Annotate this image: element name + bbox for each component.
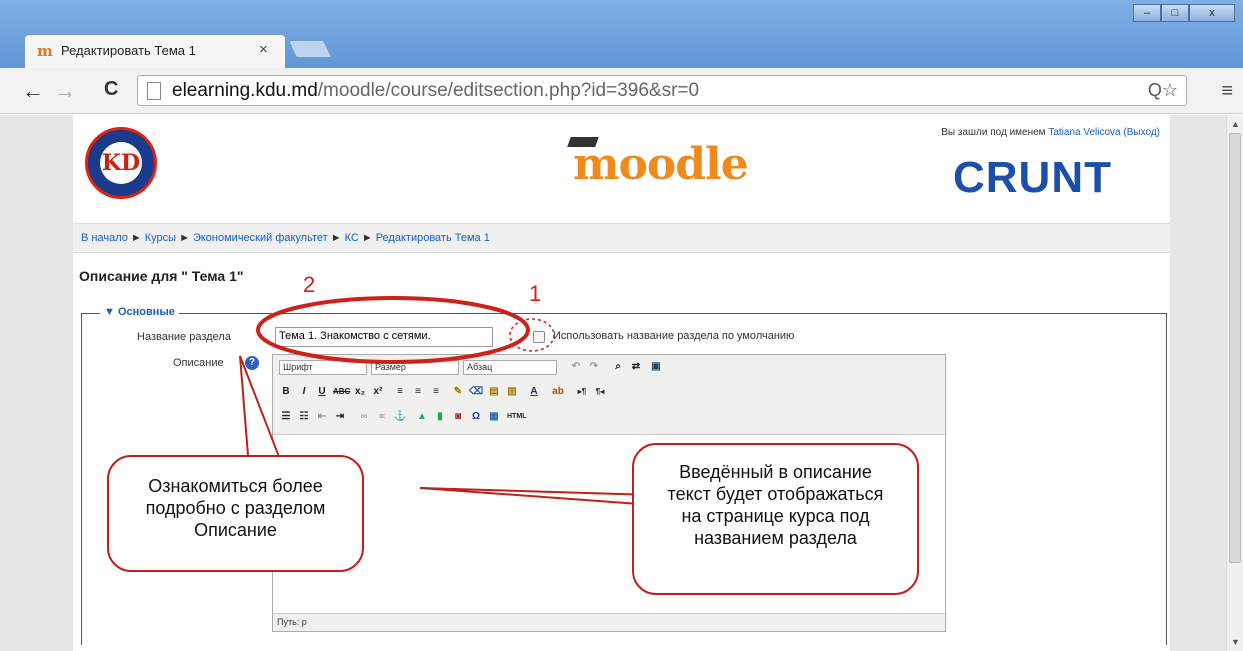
kdu-logo-text: KD [100,142,142,184]
clean-icon[interactable]: ✎ [451,385,465,399]
special-char-icon[interactable]: Ω [469,410,483,424]
paste-text-icon[interactable]: ▤ [487,385,501,399]
chrome-menu-icon[interactable]: ≡ [1221,80,1233,103]
text-color-icon[interactable]: A [527,385,541,399]
breadcrumb-separator: ► [361,232,373,244]
page-icon [147,82,161,100]
page-title: Описание для " Тема 1" [79,268,244,284]
logout-link[interactable]: (Выход) [1123,127,1160,138]
ltr-icon[interactable]: ▸¶ [575,385,589,399]
scroll-up-icon[interactable]: ▲ [1231,119,1240,129]
vertical-scrollbar[interactable]: ▲ ▼ [1226,115,1243,651]
indent-icon[interactable]: ⇥ [333,410,347,424]
moodle-logo[interactable]: moodle [573,139,749,190]
tab-close-icon[interactable]: × [259,41,268,58]
eraser-icon[interactable]: ⌫ [469,385,483,399]
browser-toolbar: ← → C elearning.kdu.md/moodle/course/edi… [0,68,1243,114]
login-info: Вы зашли под именем Tatiana Velicova (Вы… [941,127,1160,138]
use-default-name-checkbox[interactable] [533,331,545,343]
forward-button[interactable]: → [54,78,76,104]
url-host: elearning.kdu.md [172,80,318,101]
superscript-icon[interactable]: x² [371,385,385,399]
breadcrumb-separator: ► [130,232,142,244]
moodle-media-icon[interactable]: ◙ [451,410,465,424]
editor-toolbar: Шрифт Размер Абзац ↶ ↷ ⌕ ⇄ ▣ B I U ABC x… [273,355,945,435]
section-name-label: Название раздела [137,331,231,343]
help-icon[interactable]: ? [245,356,259,370]
moodle-favicon-icon: m [37,42,53,60]
callout-description-info: Введённый в описание текст будет отображ… [632,443,919,595]
fullscreen-icon[interactable]: ▣ [649,360,663,374]
breadcrumb-course[interactable]: КС [345,232,359,244]
section-name-input[interactable]: Тема 1. Знакомство с сетями. [275,327,493,347]
use-default-name-label: Использовать название раздела по умолчан… [553,330,795,342]
browser-titlebar: m Редактировать Тема 1 × – □ x [0,0,1243,70]
size-select[interactable]: Размер [371,360,459,375]
zoom-bookmark-icons[interactable]: Q☆ [1148,80,1178,101]
outdent-icon[interactable]: ⇤ [315,410,329,424]
kdu-logo[interactable]: KD [85,127,157,199]
url-text: elearning.kdu.md/moodle/course/editsecti… [172,80,699,102]
unlink-icon[interactable]: ∝ [375,410,389,424]
media-icon[interactable]: ▮ [433,410,447,424]
url-path: /moodle/course/editsection.php?id=396&sr… [317,80,700,101]
bold-icon[interactable]: B [279,385,293,399]
link-icon[interactable]: ∞ [357,410,371,424]
breadcrumb-separator: ► [330,232,342,244]
breadcrumb-current: Редактировать Тема 1 [375,232,490,244]
address-bar[interactable]: elearning.kdu.md/moodle/course/editsecti… [137,75,1187,106]
maximize-button[interactable]: □ [1161,4,1189,22]
align-right-icon[interactable]: ≡ [429,385,443,399]
window-controls: – □ x [1133,4,1235,22]
scroll-down-icon[interactable]: ▼ [1231,637,1240,647]
image-icon[interactable]: ▲ [415,410,429,424]
undo-icon[interactable]: ↶ [569,360,583,374]
new-tab-button[interactable] [287,40,333,58]
breadcrumb-bar: В начало ► Курсы ► Экономический факультет ► К… [73,223,1170,253]
minimize-button[interactable]: – [1133,4,1161,22]
strikethrough-icon[interactable]: ABC [333,385,350,399]
paste-word-icon[interactable]: ▥ [505,385,519,399]
italic-icon[interactable]: I [297,385,311,399]
underline-icon[interactable]: U [315,385,329,399]
tab-title: Редактировать Тема 1 [61,43,196,58]
scroll-thumb[interactable] [1229,133,1241,563]
align-center-icon[interactable]: ≡ [411,385,425,399]
table-icon[interactable]: ▦ [487,410,501,424]
breadcrumb: В начало ► Курсы ► Экономический факультет ► К… [81,232,490,244]
breadcrumb-faculty[interactable]: Экономический факультет [193,232,328,244]
crunt-logo[interactable]: CRUNT [953,153,1112,203]
close-window-button[interactable]: x [1189,4,1235,22]
redo-icon[interactable]: ↷ [587,360,601,374]
browser-tab[interactable]: m Редактировать Тема 1 × [24,34,286,68]
replace-icon[interactable]: ⇄ [629,360,643,374]
find-icon[interactable]: ⌕ [611,360,625,374]
page-header: KD moodle Вы зашли под именем Tatiana Ve… [73,115,1170,215]
breadcrumb-home[interactable]: В начало [81,232,128,244]
align-left-icon[interactable]: ≡ [393,385,407,399]
back-button[interactable]: ← [22,78,44,104]
callout-description-help: Ознакомиться более подробно с разделом О… [107,455,364,572]
description-label: Описание [173,357,224,369]
editor-path: Путь: p [273,613,945,631]
login-prefix: Вы зашли под именем [941,127,1049,138]
highlight-icon[interactable]: ab [551,385,565,399]
html-icon[interactable]: HTML [507,410,526,424]
format-select[interactable]: Абзац [463,360,557,375]
font-select[interactable]: Шрифт [279,360,367,375]
reload-button[interactable]: C [104,78,118,101]
number-list-icon[interactable]: ☷ [297,410,311,424]
bullet-list-icon[interactable]: ☰ [279,410,293,424]
annotation-number-2: 2 [303,272,316,297]
anchor-icon[interactable]: ⚓ [393,410,407,424]
annotation-number-1: 1 [529,281,542,306]
user-name-link[interactable]: Tatiana Velicova [1048,127,1120,138]
breadcrumb-courses[interactable]: Курсы [145,232,176,244]
rtl-icon[interactable]: ¶◂ [593,385,607,399]
fieldset-legend[interactable]: ▼ Основные [100,306,179,318]
breadcrumb-separator: ► [179,232,190,244]
subscript-icon[interactable]: x₂ [353,385,367,399]
